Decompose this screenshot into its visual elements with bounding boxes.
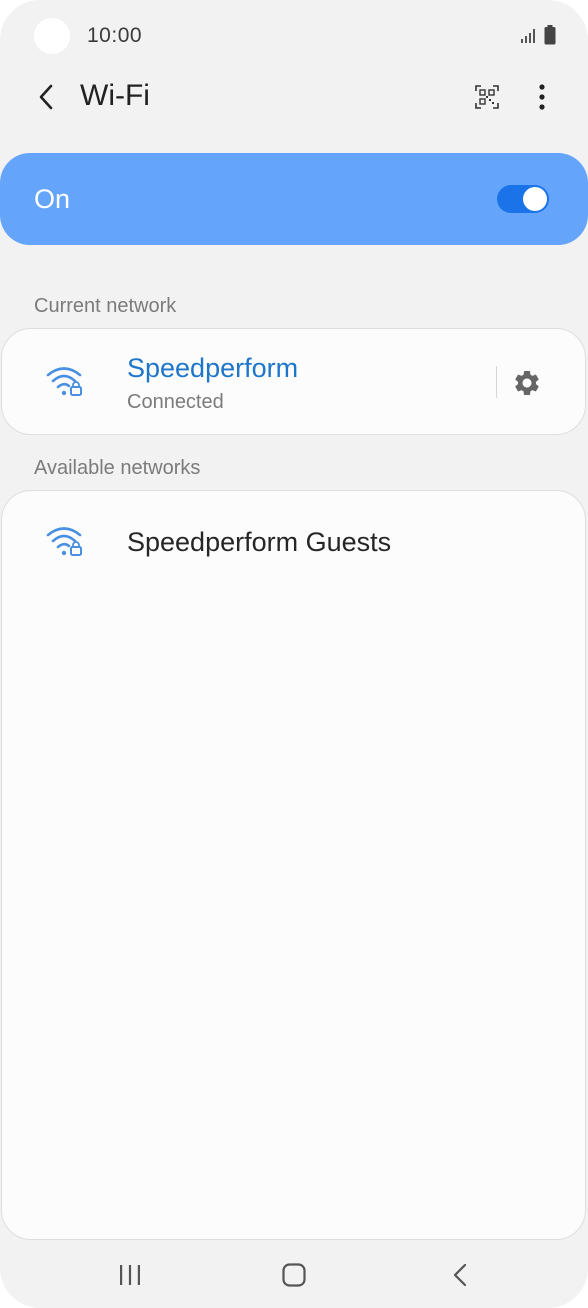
battery-icon [544, 25, 556, 45]
network-settings-button[interactable] [509, 365, 545, 401]
more-options-button[interactable] [528, 81, 556, 113]
current-network-row[interactable]: Speedperform Connected [2, 329, 585, 433]
more-options-icon [539, 84, 545, 110]
recents-icon [120, 1265, 140, 1285]
qr-code-icon [475, 85, 499, 109]
wifi-toggle-label: On [34, 184, 71, 214]
settings-gear-icon [515, 370, 539, 395]
switch-knob [523, 187, 547, 211]
available-networks-header: Available networks [34, 457, 201, 479]
camera-cutout [34, 18, 70, 54]
signal-icon [521, 29, 535, 43]
page-title: Wi-Fi [80, 79, 150, 112]
wifi-toggle-card[interactable]: On [0, 153, 588, 245]
app-bar: Wi-Fi [0, 72, 588, 122]
current-network-header: Current network [34, 295, 177, 317]
nav-back-button[interactable] [440, 1260, 480, 1290]
phone-screen: 10:00 Wi-Fi On Current network Speedperf… [0, 0, 588, 1308]
divider [496, 366, 497, 398]
network-name: Speedperform [127, 353, 299, 383]
available-networks-card: Speedperform Guests [1, 490, 586, 1240]
wifi-secured-icon [46, 527, 82, 556]
navigation-bar [0, 1240, 588, 1308]
home-button[interactable] [274, 1260, 314, 1290]
network-status: Connected [127, 391, 224, 413]
wifi-secured-icon [46, 367, 82, 396]
available-network-row[interactable]: Speedperform Guests [2, 491, 585, 595]
wifi-switch[interactable] [497, 185, 549, 213]
back-icon [453, 1263, 467, 1287]
qr-code-button[interactable] [472, 82, 502, 112]
home-icon [282, 1263, 306, 1287]
current-network-card: Speedperform Connected [1, 328, 586, 435]
status-bar: 10:00 [0, 0, 588, 72]
back-button[interactable] [28, 78, 64, 116]
network-name: Speedperform Guests [127, 527, 392, 557]
back-arrow-icon [39, 84, 53, 110]
recents-button[interactable] [110, 1260, 150, 1290]
status-time: 10:00 [87, 24, 143, 47]
